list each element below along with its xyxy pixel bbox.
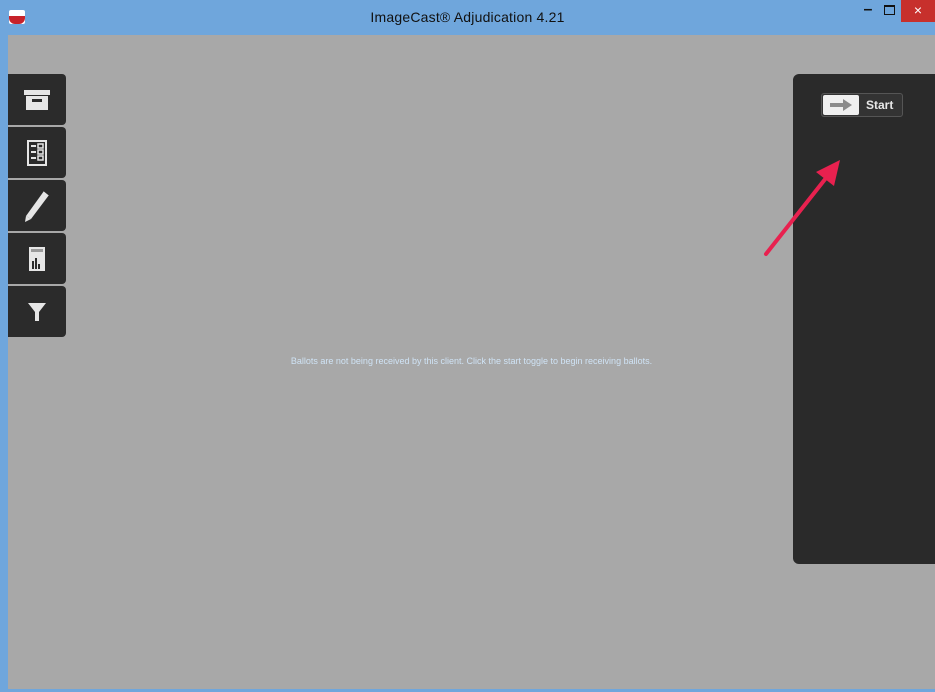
filter-button[interactable]	[8, 286, 66, 337]
checklist-button[interactable]	[8, 127, 66, 178]
archive-button[interactable]	[8, 74, 66, 125]
maximize-button[interactable]	[881, 0, 901, 22]
maximize-icon	[884, 5, 895, 15]
checklist-icon	[27, 139, 47, 166]
archive-box-icon	[24, 89, 50, 110]
window-title: ImageCast® Adjudication 4.21	[370, 9, 565, 25]
pencil-icon	[25, 190, 50, 222]
close-button[interactable]: ×	[901, 0, 935, 22]
start-toggle[interactable]: Start	[821, 93, 903, 117]
right-panel: Start	[793, 74, 935, 564]
minimize-button[interactable]: –	[855, 0, 881, 22]
report-chart-icon	[29, 246, 45, 271]
start-toggle-switch[interactable]	[823, 95, 859, 115]
left-toolbar	[8, 74, 66, 339]
filter-icon	[28, 302, 46, 321]
title-bar: ImageCast® Adjudication 4.21 – ×	[0, 0, 935, 35]
red-arrow-pointer-icon	[764, 160, 840, 256]
arrow-right-icon	[830, 99, 852, 111]
start-label: Start	[866, 98, 894, 112]
edit-button[interactable]	[8, 180, 66, 231]
report-button[interactable]	[8, 233, 66, 284]
